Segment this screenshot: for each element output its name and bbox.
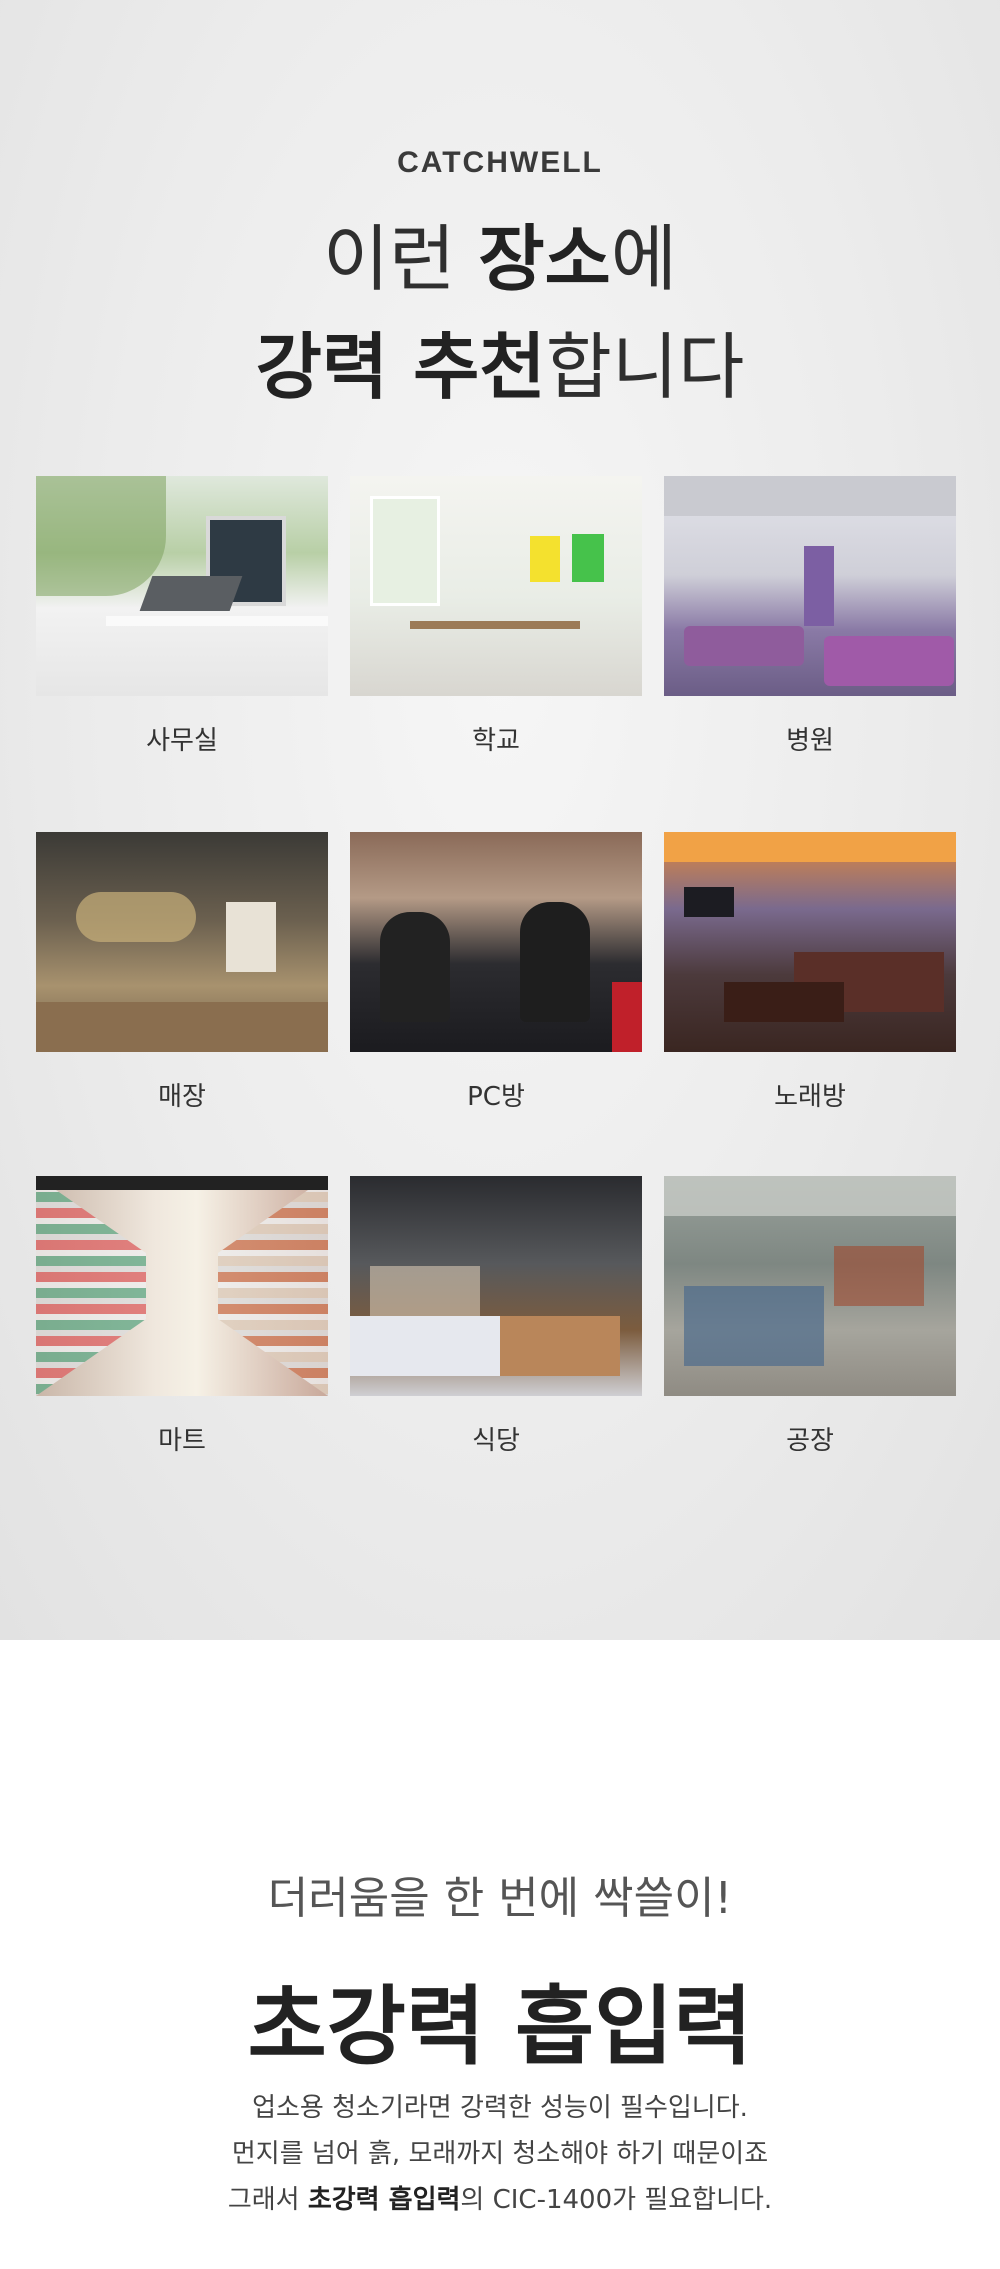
place-label: 매장 — [158, 1082, 206, 1112]
headline-emphasis: 강력 추천 — [255, 325, 546, 409]
mart-photo — [36, 1176, 328, 1396]
headline-text: 에 — [610, 217, 678, 301]
place-card-mart: 마트 — [36, 1176, 328, 1457]
store-photo — [36, 832, 328, 1052]
desc-line: 먼지를 넘어 흙, 모래까지 청소해야 하기 때문이죠 — [231, 2139, 769, 2169]
suction-subheading: 더러움을 한 번에 싹쓸이! — [267, 1873, 733, 1924]
place-card-pc-cafe: PC방 — [350, 832, 642, 1113]
place-label: 공장 — [786, 1426, 834, 1456]
recommended-places-section: CATCHWELL 이런 장소에 강력 추천합니다 사무실 학교 병원 매장 P… — [0, 0, 1000, 1640]
headline-text: 이런 — [322, 217, 479, 301]
place-label: 병원 — [786, 726, 834, 756]
desc-text: 그래서 — [227, 2185, 308, 2215]
place-label: 사무실 — [146, 726, 218, 756]
office-photo — [36, 476, 328, 696]
restaurant-photo — [350, 1176, 642, 1396]
desc-line: 그래서 초강력 흡입력의 CIC-1400가 필요합니다. — [0, 2177, 1000, 2223]
place-label: 노래방 — [774, 1082, 846, 1112]
place-card-hospital: 병원 — [664, 476, 956, 757]
school-photo — [350, 476, 642, 696]
factory-photo — [664, 1176, 956, 1396]
place-label: 식당 — [472, 1426, 520, 1456]
place-card-factory: 공장 — [664, 1176, 956, 1457]
place-label: 학교 — [472, 726, 520, 756]
place-label: PC방 — [467, 1082, 525, 1112]
hospital-photo — [664, 476, 956, 696]
place-card-store: 매장 — [36, 832, 328, 1113]
desc-emphasis: 초강력 흡입력 — [307, 2185, 461, 2215]
place-card-school: 학교 — [350, 476, 642, 757]
suction-description: 업소용 청소기라면 강력한 성능이 필수입니다. 먼지를 넘어 흙, 모래까지 … — [0, 2085, 1000, 2223]
place-label: 마트 — [158, 1426, 206, 1456]
desc-text: 의 CIC-1400가 필요합니다. — [460, 2185, 773, 2215]
headline-emphasis: 장소 — [478, 217, 611, 301]
pc-cafe-photo — [350, 832, 642, 1052]
place-card-office: 사무실 — [36, 476, 328, 757]
karaoke-photo — [664, 832, 956, 1052]
headline-line1: 이런 장소에 — [323, 217, 677, 301]
desc-line: 업소용 청소기라면 강력한 성능이 필수입니다. — [252, 2093, 748, 2123]
headline-line2: 강력 추천합니다 — [256, 325, 745, 409]
headline-text: 합니다 — [545, 325, 745, 409]
place-card-restaurant: 식당 — [350, 1176, 642, 1457]
suction-heading: 초강력 흡입력 — [247, 1977, 753, 2077]
place-card-karaoke: 노래방 — [664, 832, 956, 1113]
section-headline: 이런 장소에 강력 추천합니다 — [0, 205, 1000, 421]
brand-logo: CATCHWELL — [397, 146, 603, 179]
